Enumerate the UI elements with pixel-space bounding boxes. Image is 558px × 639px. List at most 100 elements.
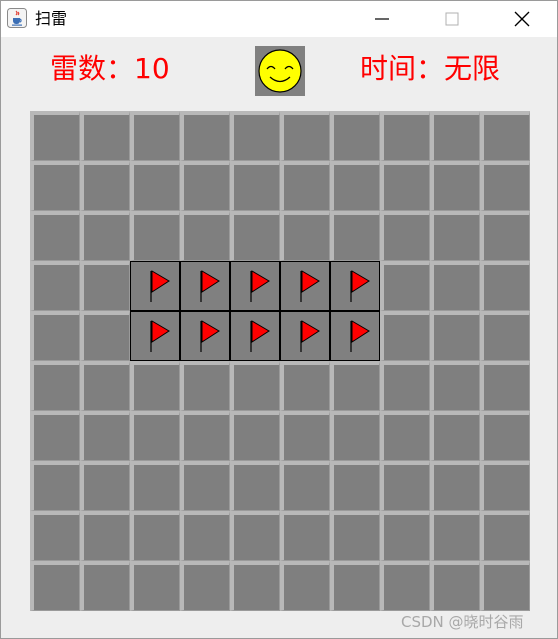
covered-cell[interactable] bbox=[330, 211, 380, 261]
covered-cell[interactable] bbox=[230, 411, 280, 461]
covered-cell[interactable] bbox=[280, 361, 330, 411]
covered-cell[interactable] bbox=[130, 461, 180, 511]
maximize-button[interactable] bbox=[429, 1, 475, 37]
covered-cell[interactable] bbox=[130, 111, 180, 161]
covered-cell[interactable] bbox=[480, 561, 530, 611]
covered-cell[interactable] bbox=[230, 511, 280, 561]
covered-cell[interactable] bbox=[330, 361, 380, 411]
covered-cell[interactable] bbox=[280, 561, 330, 611]
covered-cell[interactable] bbox=[80, 461, 130, 511]
covered-cell[interactable] bbox=[430, 211, 480, 261]
covered-cell[interactable] bbox=[480, 261, 530, 311]
covered-cell[interactable] bbox=[180, 111, 230, 161]
covered-cell[interactable] bbox=[80, 511, 130, 561]
flagged-cell[interactable] bbox=[180, 261, 230, 311]
flagged-cell[interactable] bbox=[130, 261, 180, 311]
covered-cell[interactable] bbox=[230, 161, 280, 211]
covered-cell[interactable] bbox=[30, 411, 80, 461]
covered-cell[interactable] bbox=[230, 111, 280, 161]
minimize-button[interactable] bbox=[359, 1, 405, 37]
covered-cell[interactable] bbox=[30, 261, 80, 311]
covered-cell[interactable] bbox=[430, 561, 480, 611]
covered-cell[interactable] bbox=[430, 261, 480, 311]
covered-cell[interactable] bbox=[480, 511, 530, 561]
smiley-button[interactable] bbox=[255, 46, 305, 96]
covered-cell[interactable] bbox=[480, 461, 530, 511]
title-bar[interactable]: 扫雷 bbox=[1, 1, 557, 37]
covered-cell[interactable] bbox=[330, 511, 380, 561]
flagged-cell[interactable] bbox=[330, 311, 380, 361]
covered-cell[interactable] bbox=[430, 161, 480, 211]
covered-cell[interactable] bbox=[80, 561, 130, 611]
covered-cell[interactable] bbox=[480, 111, 530, 161]
flagged-cell[interactable] bbox=[280, 311, 330, 361]
covered-cell[interactable] bbox=[380, 261, 430, 311]
covered-cell[interactable] bbox=[130, 211, 180, 261]
flagged-cell[interactable] bbox=[230, 261, 280, 311]
covered-cell[interactable] bbox=[180, 411, 230, 461]
covered-cell[interactable] bbox=[430, 111, 480, 161]
covered-cell[interactable] bbox=[280, 461, 330, 511]
covered-cell[interactable] bbox=[80, 311, 130, 361]
covered-cell[interactable] bbox=[130, 361, 180, 411]
covered-cell[interactable] bbox=[430, 411, 480, 461]
covered-cell[interactable] bbox=[80, 211, 130, 261]
covered-cell[interactable] bbox=[380, 511, 430, 561]
covered-cell[interactable] bbox=[230, 211, 280, 261]
covered-cell[interactable] bbox=[130, 561, 180, 611]
covered-cell[interactable] bbox=[480, 411, 530, 461]
covered-cell[interactable] bbox=[280, 161, 330, 211]
flagged-cell[interactable] bbox=[180, 311, 230, 361]
covered-cell[interactable] bbox=[230, 361, 280, 411]
covered-cell[interactable] bbox=[380, 461, 430, 511]
covered-cell[interactable] bbox=[280, 111, 330, 161]
covered-cell[interactable] bbox=[30, 561, 80, 611]
covered-cell[interactable] bbox=[80, 111, 130, 161]
covered-cell[interactable] bbox=[380, 361, 430, 411]
covered-cell[interactable] bbox=[80, 161, 130, 211]
covered-cell[interactable] bbox=[30, 361, 80, 411]
flagged-cell[interactable] bbox=[230, 311, 280, 361]
covered-cell[interactable] bbox=[480, 311, 530, 361]
covered-cell[interactable] bbox=[380, 311, 430, 361]
covered-cell[interactable] bbox=[280, 411, 330, 461]
covered-cell[interactable] bbox=[380, 111, 430, 161]
covered-cell[interactable] bbox=[480, 361, 530, 411]
covered-cell[interactable] bbox=[480, 211, 530, 261]
covered-cell[interactable] bbox=[380, 561, 430, 611]
flagged-cell[interactable] bbox=[130, 311, 180, 361]
covered-cell[interactable] bbox=[430, 361, 480, 411]
covered-cell[interactable] bbox=[80, 361, 130, 411]
covered-cell[interactable] bbox=[180, 361, 230, 411]
covered-cell[interactable] bbox=[180, 511, 230, 561]
covered-cell[interactable] bbox=[380, 411, 430, 461]
covered-cell[interactable] bbox=[130, 511, 180, 561]
covered-cell[interactable] bbox=[180, 161, 230, 211]
covered-cell[interactable] bbox=[180, 561, 230, 611]
covered-cell[interactable] bbox=[180, 211, 230, 261]
covered-cell[interactable] bbox=[80, 411, 130, 461]
covered-cell[interactable] bbox=[280, 511, 330, 561]
covered-cell[interactable] bbox=[30, 161, 80, 211]
flagged-cell[interactable] bbox=[330, 261, 380, 311]
covered-cell[interactable] bbox=[480, 161, 530, 211]
covered-cell[interactable] bbox=[30, 461, 80, 511]
covered-cell[interactable] bbox=[30, 111, 80, 161]
covered-cell[interactable] bbox=[30, 211, 80, 261]
covered-cell[interactable] bbox=[130, 411, 180, 461]
covered-cell[interactable] bbox=[380, 211, 430, 261]
covered-cell[interactable] bbox=[30, 511, 80, 561]
covered-cell[interactable] bbox=[330, 411, 380, 461]
close-button[interactable] bbox=[499, 1, 545, 37]
covered-cell[interactable] bbox=[230, 461, 280, 511]
covered-cell[interactable] bbox=[430, 461, 480, 511]
covered-cell[interactable] bbox=[230, 561, 280, 611]
flagged-cell[interactable] bbox=[280, 261, 330, 311]
covered-cell[interactable] bbox=[430, 511, 480, 561]
covered-cell[interactable] bbox=[380, 161, 430, 211]
covered-cell[interactable] bbox=[180, 461, 230, 511]
covered-cell[interactable] bbox=[330, 111, 380, 161]
covered-cell[interactable] bbox=[130, 161, 180, 211]
covered-cell[interactable] bbox=[30, 311, 80, 361]
covered-cell[interactable] bbox=[330, 161, 380, 211]
